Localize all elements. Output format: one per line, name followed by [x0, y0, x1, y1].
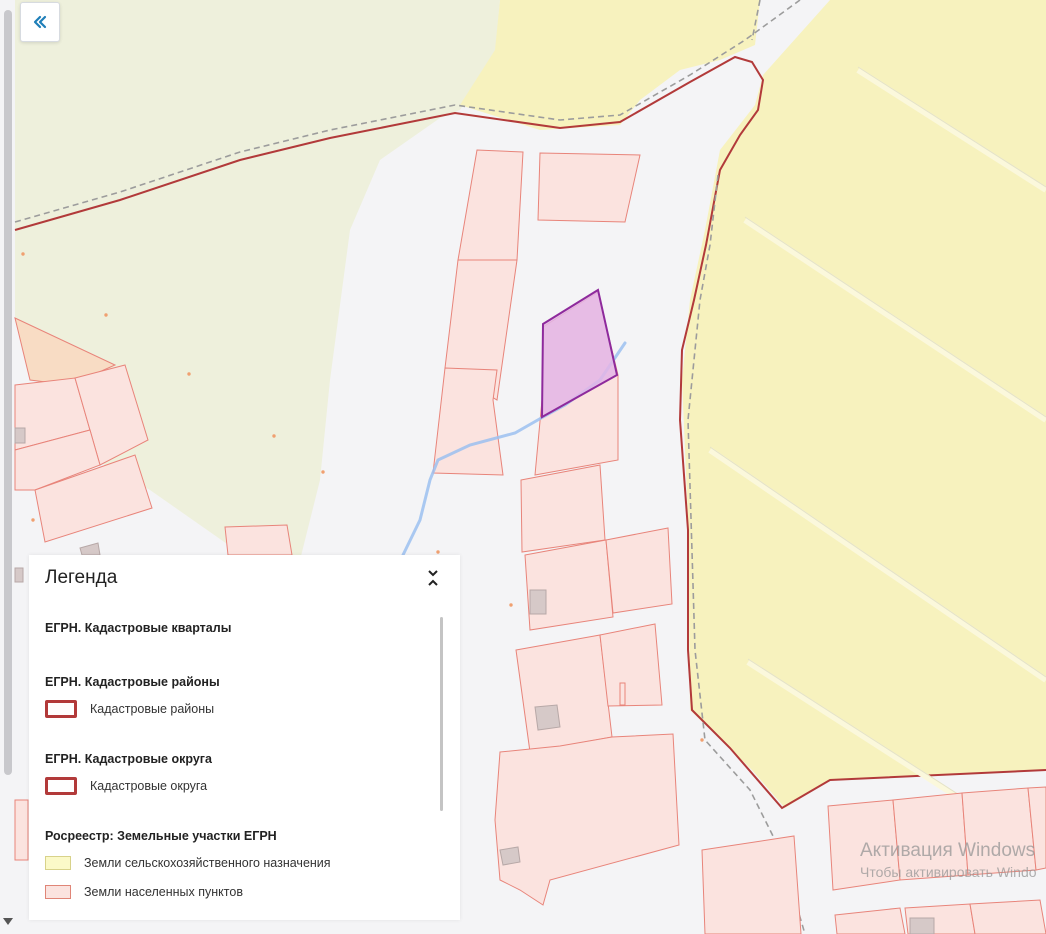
legend-group-title: ЕГРН. Кадастровые округа [45, 752, 212, 766]
legend-toggle-button[interactable] [425, 567, 441, 589]
legend-group-title: Росреестр: Земельные участки ЕГРН [45, 829, 277, 843]
legend-item-label: Земли населенных пунктов [84, 885, 243, 899]
page-scrollbar[interactable] [4, 10, 12, 775]
chevrons-left-icon [33, 15, 47, 29]
collapse-panel-button[interactable] [20, 2, 60, 42]
legend-scrollbar[interactable] [440, 617, 443, 811]
legend-title: Легенда [45, 567, 118, 588]
scroll-down-arrow-icon[interactable] [3, 918, 13, 925]
watermark-line1: Активация Windows [860, 840, 1036, 861]
watermark-line2: Чтобы активировать Windo [860, 864, 1037, 880]
legend-group-title: ЕГРН. Кадастровые районы [45, 675, 220, 689]
legend-swatch-fill [45, 856, 71, 870]
legend-group-title: ЕГРН. Кадастровые кварталы [45, 621, 232, 635]
legend-panel: Легенда ЕГРН. Кадастровые кварталы ЕГРН.… [29, 555, 460, 920]
legend-swatch-outline [45, 777, 77, 795]
legend-item-label: Земли сельскохозяйственного назначения [84, 856, 331, 870]
windows-activation-watermark: Активация Windows Чтобы активировать Win… [860, 840, 1037, 880]
legend-swatch-fill [45, 885, 71, 899]
legend-item-label: Кадастровые округа [90, 779, 208, 793]
legend-item: Кадастровые районы [45, 700, 214, 718]
legend-item: Кадастровые округа [45, 777, 207, 795]
legend-item: Земли населенных пунктов [45, 885, 243, 899]
legend-swatch-outline [45, 700, 77, 718]
chevron-up-down-icon [428, 570, 438, 586]
legend-item-label: Кадастровые районы [90, 702, 215, 716]
legend-item: Земли сельскохозяйственного назначения [45, 856, 331, 870]
